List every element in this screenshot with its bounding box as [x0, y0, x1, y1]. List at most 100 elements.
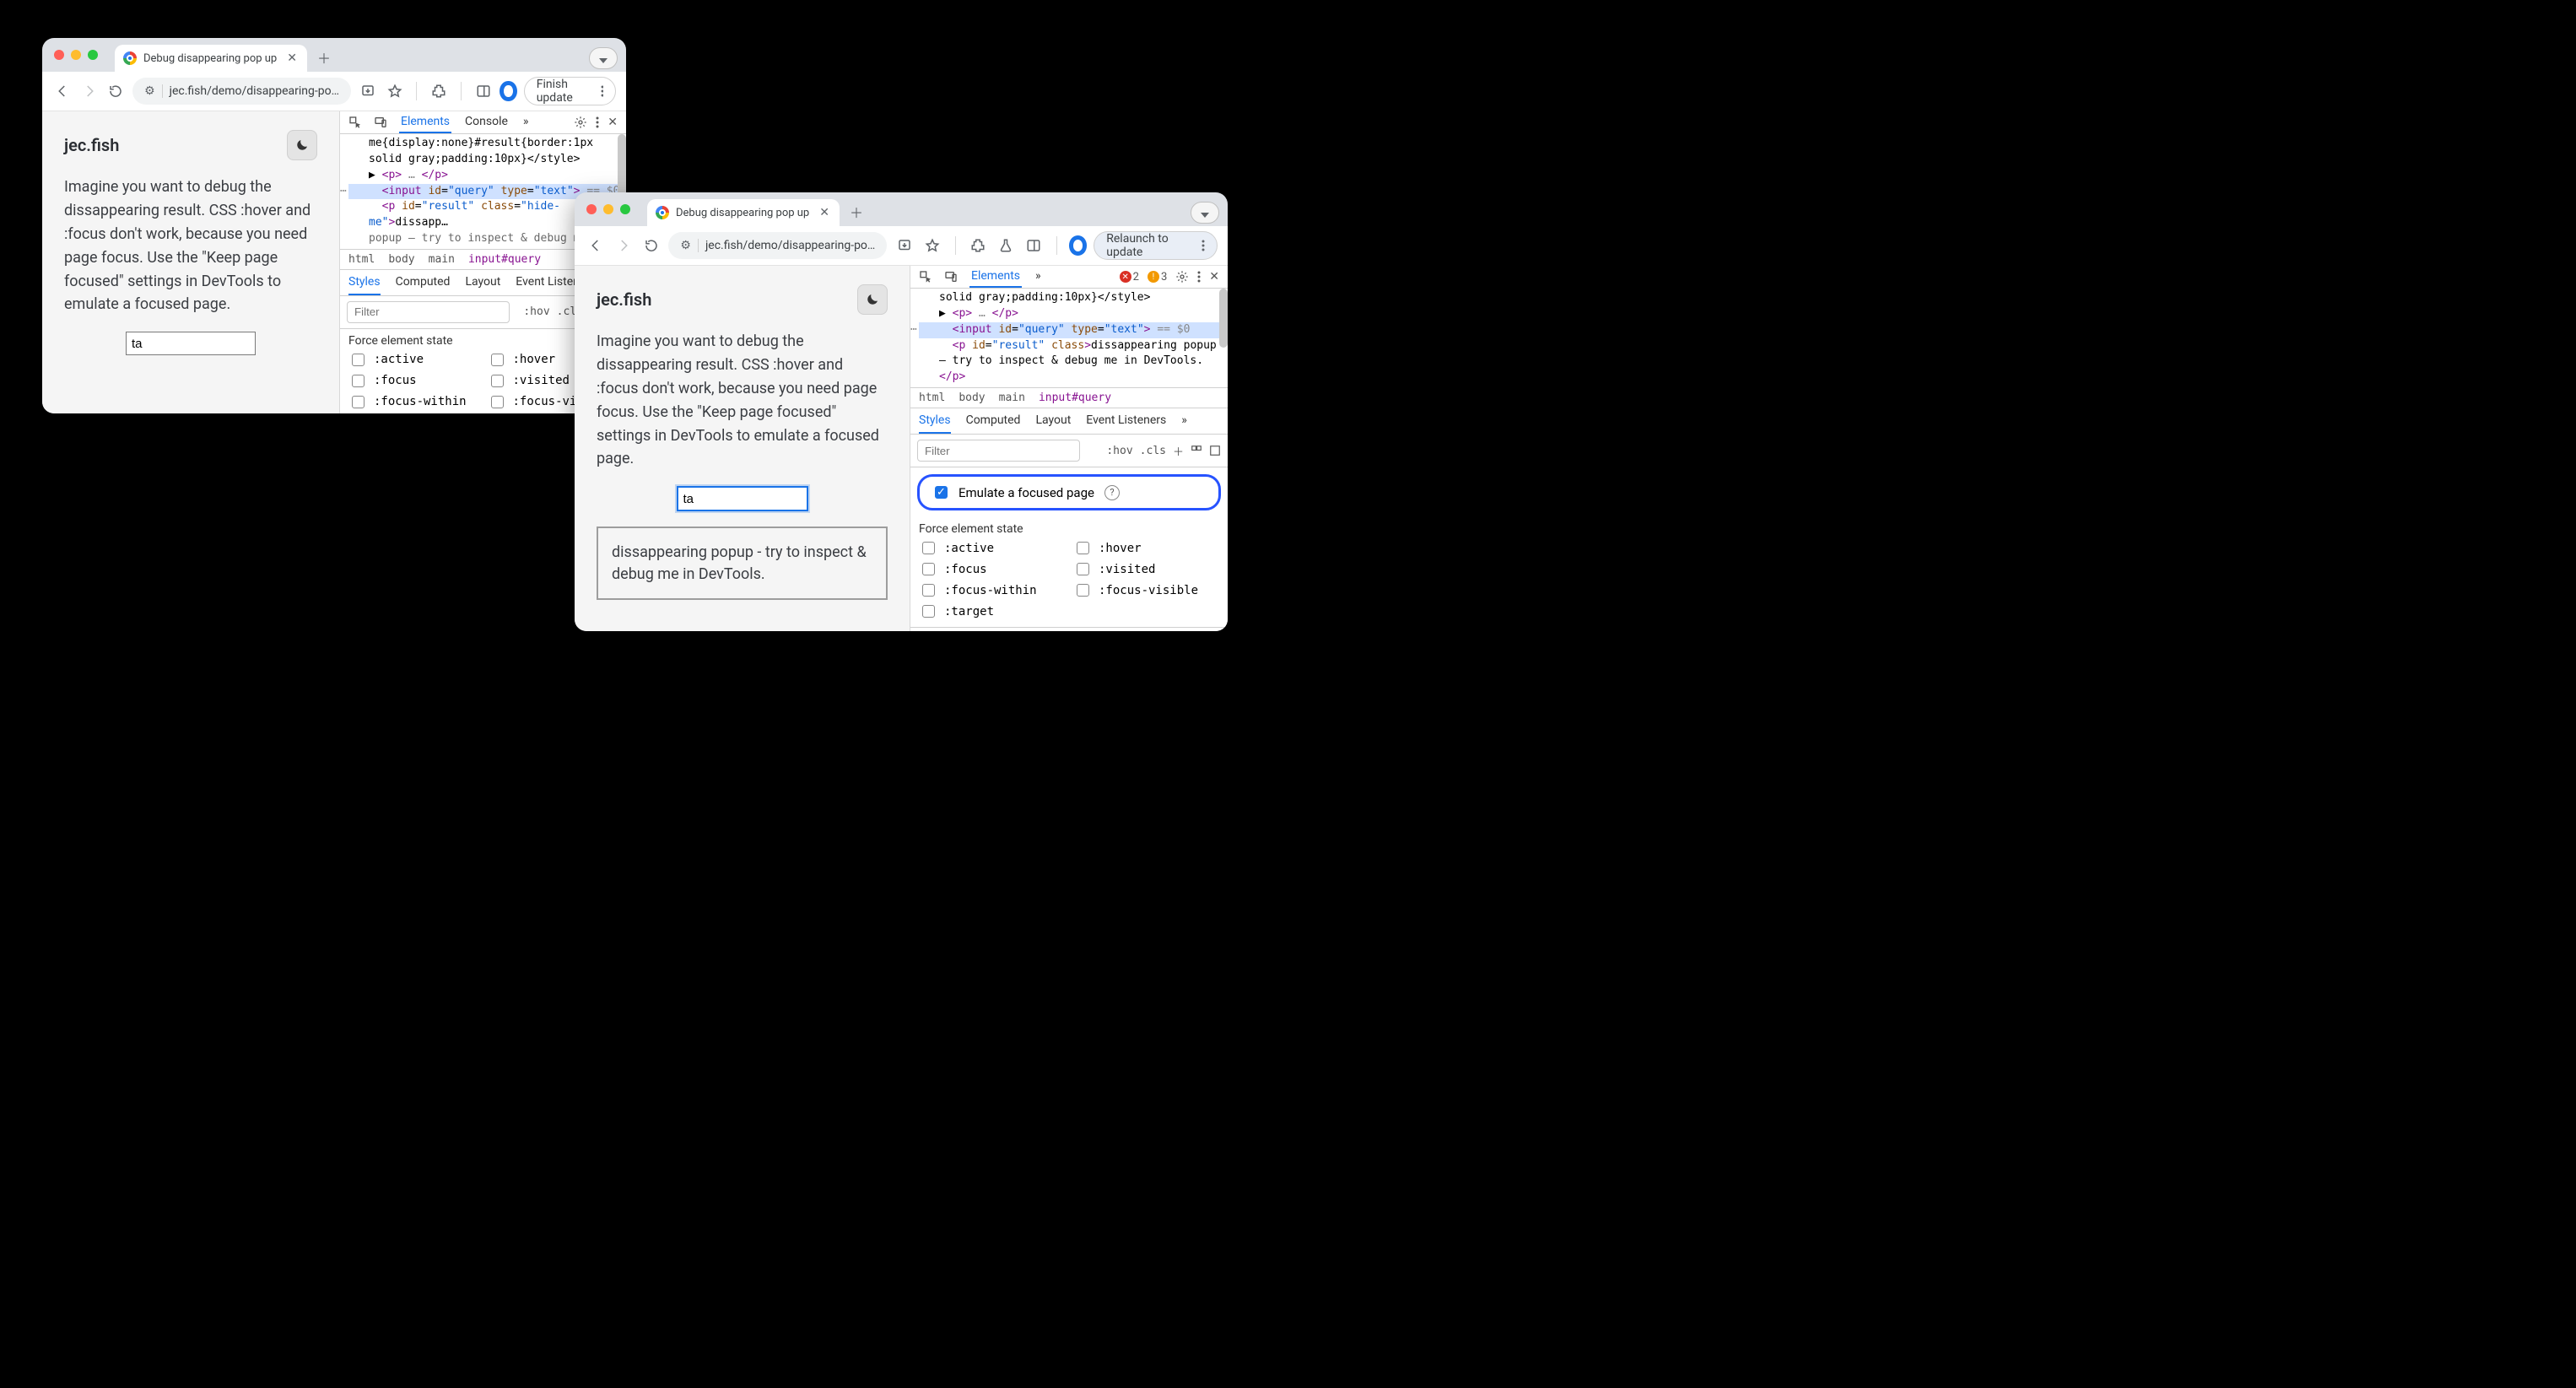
crumb-main[interactable]: main	[999, 392, 1025, 404]
extensions-icon[interactable]	[967, 234, 988, 257]
pseudo-focus-within[interactable]: :focus-within	[919, 581, 1065, 599]
dark-mode-toggle[interactable]	[287, 130, 317, 160]
side-panel-icon[interactable]	[1023, 234, 1045, 257]
help-icon[interactable]: ?	[1104, 485, 1120, 500]
kebab-icon[interactable]	[596, 116, 599, 128]
device-icon[interactable]	[944, 270, 958, 284]
styles-tab[interactable]: Styles	[348, 270, 381, 295]
computed-tab[interactable]: Computed	[966, 408, 1021, 434]
update-button[interactable]: Finish update	[524, 77, 616, 105]
pseudo-focus[interactable]: :focus	[919, 560, 1065, 578]
devtools-tab-more[interactable]: »	[521, 111, 531, 133]
profile-avatar-icon[interactable]	[1069, 235, 1088, 256]
pseudo-hover[interactable]: :hover	[1073, 539, 1219, 557]
styles-filter-input[interactable]	[917, 440, 1080, 462]
inspect-icon[interactable]	[348, 116, 362, 129]
hov-toggle[interactable]: :hov	[523, 305, 549, 318]
tab-search-button[interactable]	[589, 47, 618, 69]
hov-toggle[interactable]: :hov	[1106, 445, 1132, 457]
side-panel-icon[interactable]	[473, 79, 494, 103]
devtools-tab-elements[interactable]: Elements	[969, 266, 1022, 288]
close-tab-icon[interactable]: ✕	[819, 206, 829, 219]
crumb-current[interactable]: input#query	[468, 253, 541, 266]
device-icon[interactable]	[374, 116, 387, 129]
layout-tab[interactable]: Layout	[465, 270, 500, 295]
computed-side-icon[interactable]	[1209, 445, 1221, 456]
devtools-tab-more[interactable]: »	[1034, 266, 1043, 288]
back-button[interactable]	[585, 234, 606, 257]
browser-tab[interactable]: Debug disappearing pop up ✕	[115, 45, 307, 72]
update-button-label: Relaunch to update	[1106, 232, 1196, 259]
crumb-html[interactable]: html	[919, 392, 945, 404]
install-app-icon[interactable]	[358, 79, 378, 103]
window-minimize-icon[interactable]	[603, 204, 613, 214]
back-button[interactable]	[52, 79, 73, 103]
address-bar[interactable]: ⚙ jec.fish/demo/disappearing-po…	[668, 232, 887, 259]
dark-mode-toggle[interactable]	[857, 284, 888, 315]
labs-icon[interactable]	[996, 234, 1017, 257]
window-zoom-icon[interactable]	[620, 204, 630, 214]
breadcrumb[interactable]: html body main input#query	[910, 388, 1228, 408]
inspect-icon[interactable]	[919, 270, 932, 284]
browser-tab[interactable]: Debug disappearing pop up ✕	[647, 199, 840, 226]
pseudo-active[interactable]: :active	[919, 539, 1065, 557]
window-close-icon[interactable]	[586, 204, 597, 214]
crumb-main[interactable]: main	[429, 253, 455, 266]
new-tab-button[interactable]: ＋	[312, 46, 336, 69]
new-tab-button[interactable]: ＋	[845, 200, 868, 224]
cls-toggle[interactable]: .cls	[1140, 445, 1166, 457]
new-style-rule-icon[interactable]: ＋	[1173, 443, 1184, 459]
profile-avatar-icon[interactable]	[500, 81, 516, 101]
forward-button[interactable]	[613, 234, 634, 257]
pseudo-target[interactable]: :target	[919, 602, 1065, 620]
bookmark-icon[interactable]	[385, 79, 405, 103]
pseudo-focus-within[interactable]: :focus-within	[348, 393, 479, 411]
devtools-tab-console[interactable]: Console	[463, 111, 510, 133]
elements-source[interactable]: solid gray;padding:10px}</style> ▶ <p> ……	[910, 289, 1228, 388]
crumb-body[interactable]: body	[388, 253, 414, 266]
scrollbar-thumb[interactable]	[1219, 289, 1228, 348]
pseudo-visited[interactable]: :visited	[1073, 560, 1219, 578]
pseudo-focus-visible[interactable]: :focus-visible	[1073, 581, 1219, 599]
window-minimize-icon[interactable]	[71, 50, 81, 60]
listeners-tab[interactable]: Event Listeners	[1086, 408, 1166, 434]
forward-button[interactable]	[79, 79, 100, 103]
kebab-icon[interactable]	[1197, 271, 1201, 283]
site-controls-icon[interactable]: ⚙	[680, 239, 691, 252]
window-zoom-icon[interactable]	[88, 50, 98, 60]
styles-more[interactable]: »	[1181, 408, 1187, 434]
pseudo-active[interactable]: :active	[348, 351, 479, 369]
settings-icon[interactable]	[574, 116, 587, 129]
update-button[interactable]: Relaunch to update	[1094, 231, 1218, 260]
pseudo-focus[interactable]: :focus	[348, 372, 479, 390]
extensions-icon[interactable]	[429, 79, 449, 103]
crumb-html[interactable]: html	[348, 253, 375, 266]
flex-grid-icon[interactable]	[1191, 445, 1202, 456]
devtools-close-icon[interactable]: ✕	[608, 116, 618, 129]
query-input[interactable]	[126, 332, 256, 355]
emulate-focused-checkbox[interactable]	[935, 486, 948, 499]
settings-icon[interactable]	[1175, 270, 1189, 284]
warning-count[interactable]: !3	[1148, 271, 1167, 284]
styles-tab[interactable]: Styles	[919, 408, 951, 434]
crumb-body[interactable]: body	[959, 392, 985, 404]
site-controls-icon[interactable]: ⚙	[144, 84, 155, 98]
styles-filter-input[interactable]	[347, 301, 510, 323]
devtools-tab-elements[interactable]: Elements	[399, 111, 451, 133]
emulate-focused-page[interactable]: Emulate a focused page ?	[917, 474, 1221, 510]
window-close-icon[interactable]	[54, 50, 64, 60]
reload-button[interactable]	[640, 234, 662, 257]
close-tab-icon[interactable]: ✕	[287, 51, 297, 65]
style-rules[interactable]: element.style { }	[910, 627, 1228, 631]
tab-search-button[interactable]	[1191, 202, 1219, 224]
computed-tab[interactable]: Computed	[396, 270, 451, 295]
reload-button[interactable]	[105, 79, 126, 103]
bookmark-icon[interactable]	[921, 234, 942, 257]
crumb-current[interactable]: input#query	[1039, 392, 1111, 404]
error-count[interactable]: ✕2	[1120, 271, 1139, 284]
layout-tab[interactable]: Layout	[1035, 408, 1071, 434]
devtools-close-icon[interactable]: ✕	[1209, 270, 1219, 284]
address-bar[interactable]: ⚙ jec.fish/demo/disappearing-po…	[132, 78, 351, 105]
query-input[interactable]	[677, 486, 808, 511]
install-app-icon[interactable]	[894, 234, 915, 257]
